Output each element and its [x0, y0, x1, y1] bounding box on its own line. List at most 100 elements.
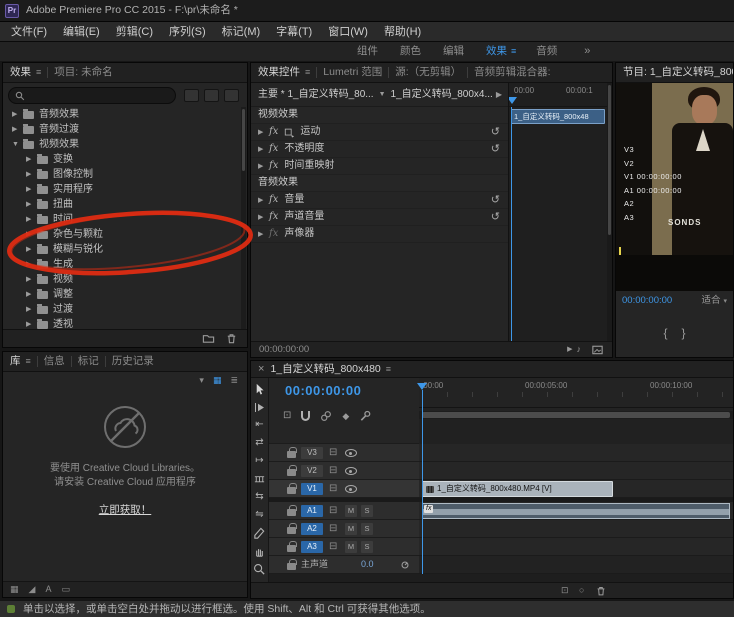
panel-menu-icon[interactable]: ≡ [305, 68, 310, 77]
tab-effects[interactable]: 效果 [10, 67, 31, 78]
fx-badge-icon[interactable]: fx [269, 229, 278, 239]
effects-search-box[interactable] [8, 87, 176, 104]
workspace-tab-audio[interactable]: 音频 [525, 46, 568, 57]
play-audio-icon[interactable]: ▶ ♪ [567, 345, 581, 354]
twirl-icon[interactable]: ▶ [26, 261, 37, 268]
linked-selection-icon[interactable] [320, 410, 332, 422]
effect-controls-scrollbar[interactable] [607, 83, 612, 341]
tab-lumetri-scopes[interactable]: Lumetri 范围 [323, 67, 382, 78]
track-lane-v3[interactable] [419, 444, 733, 462]
reset-effect-icon[interactable]: ↺ [491, 194, 500, 206]
sync-lock-icon[interactable]: ⊟ [329, 447, 337, 459]
track-target-button[interactable]: V2 [301, 465, 323, 477]
tree-item-distort[interactable]: ▶ 扭曲 [3, 197, 241, 212]
selection-tool[interactable] [251, 380, 268, 398]
zoom-level-select[interactable]: 适合 ▾ [701, 296, 727, 306]
letter-a-icon[interactable]: A [45, 585, 51, 594]
tree-item-time[interactable]: ▶ 时间 [3, 212, 241, 227]
effect-row-panner[interactable]: ▶ fx 声像器 [251, 226, 508, 243]
tree-item-generate[interactable]: ▶ 生成 [3, 257, 241, 272]
list-view-icon[interactable]: ≣ [230, 375, 238, 385]
tree-item-video[interactable]: ▶ 视频 [3, 272, 241, 287]
work-area-bar[interactable] [419, 411, 733, 419]
tab-source-monitor[interactable]: 源:（无剪辑） [395, 67, 461, 78]
menu-sequence[interactable]: 序列(S) [161, 22, 214, 42]
export-frame-icon[interactable] [591, 343, 604, 356]
snap-magnet-icon[interactable] [301, 411, 311, 421]
effect-row-opacity[interactable]: ▶ fx 不透明度 ↺ [251, 141, 508, 158]
effects-scrollbar[interactable] [241, 107, 246, 329]
track-target-button[interactable]: V1 [301, 483, 323, 495]
zoom-tool[interactable] [251, 560, 268, 578]
panel-menu-icon[interactable]: ≡ [36, 68, 41, 77]
twirl-icon[interactable]: ▶ [26, 291, 37, 298]
effect-controls-timecode[interactable]: 00:00:00:00 [259, 345, 309, 355]
solo-track-button[interactable]: S [361, 505, 373, 517]
twirl-icon[interactable]: ▶ [258, 197, 269, 204]
tab-markers[interactable]: 标记 [78, 356, 99, 367]
effect-row-time-remapping[interactable]: ▶ fx 时间重映射 [251, 158, 508, 175]
audio-clip[interactable]: fx [422, 503, 730, 519]
twirl-icon[interactable]: ▶ [258, 231, 269, 238]
effect-row-motion[interactable]: ▶ fx 运动 ↺ [251, 124, 508, 141]
track-lane-master[interactable] [419, 556, 733, 574]
twirl-icon[interactable]: ▶ [26, 171, 37, 178]
mark-out-icon[interactable]: } [682, 327, 686, 339]
master-gain-value[interactable]: 0.0 [361, 560, 374, 569]
tree-item-audio-effects[interactable]: ▶ 音频效果 [3, 107, 241, 122]
playhead-line[interactable] [511, 107, 512, 341]
solo-track-button[interactable]: S [361, 523, 373, 535]
work-area-segment[interactable] [422, 412, 730, 418]
solo-track-button[interactable]: S [361, 541, 373, 553]
wedge-icon[interactable]: ◢ [29, 585, 36, 594]
fx-badge-icon[interactable]: fx [269, 144, 278, 154]
accelerated-effects-filter-icon[interactable] [184, 89, 199, 102]
tree-item-perspective[interactable]: ▶ 透视 [3, 317, 241, 329]
twirl-icon[interactable]: ▶ [258, 214, 269, 221]
fx-badge-icon[interactable]: fx [269, 195, 278, 205]
twirl-icon[interactable]: ▶ [12, 111, 23, 118]
tab-project[interactable]: 项目: 未命名 [54, 67, 112, 78]
search-input[interactable] [29, 90, 169, 101]
effect-row-channel-volume[interactable]: ▶ fx 声道音量 ↺ [251, 209, 508, 226]
tab-effect-controls[interactable]: 效果控件 [258, 67, 300, 78]
workspace-tab-color[interactable]: 颜色 [389, 46, 432, 57]
timeline-ruler[interactable]: :00:00 00:00:05:00 00:00:10:00 [419, 378, 733, 408]
tree-item-adjust[interactable]: ▶ 调整 [3, 287, 241, 302]
video-clip[interactable]: 1_自定义转码_800x480.MP4 [V] [422, 481, 613, 497]
fx-badge-icon[interactable]: fx [269, 161, 278, 171]
workspace-overflow-icon[interactable]: » [584, 46, 590, 57]
sync-lock-icon[interactable]: ⊟ [329, 523, 337, 535]
slide-tool[interactable]: ⇋ [251, 506, 268, 524]
twirl-icon[interactable]: ▶ [258, 129, 269, 136]
square-dot-icon[interactable]: ⊡ [561, 586, 569, 595]
grid-view-icon[interactable]: ▦ [213, 375, 222, 385]
tab-program-monitor[interactable]: 节目: 1_自定义转码_800... [623, 67, 733, 78]
sync-lock-icon[interactable]: ⊟ [329, 465, 337, 477]
nest-insert-icon[interactable]: ⊡ [283, 411, 291, 421]
trash-icon[interactable] [595, 585, 607, 597]
menu-file[interactable]: 文件(F) [3, 22, 55, 42]
timeline-timecode[interactable]: 00:00:00:00 [285, 384, 361, 397]
scrollbar-thumb[interactable] [608, 85, 611, 235]
razor-tool[interactable] [251, 470, 268, 488]
mute-track-button[interactable]: M [345, 505, 357, 517]
playhead-marker-icon[interactable] [509, 97, 517, 109]
sync-lock-icon[interactable]: ⊟ [329, 505, 337, 517]
playhead-line[interactable] [422, 390, 423, 574]
tree-item-transform[interactable]: ▶ 变换 [3, 152, 241, 167]
lock-icon[interactable] [287, 505, 297, 516]
grid-icon[interactable]: ▦ [10, 585, 19, 594]
workspace-tab-assembly[interactable]: 组件 [346, 46, 389, 57]
twirl-icon[interactable]: ▶ [258, 146, 269, 153]
twirl-icon[interactable]: ▶ [258, 163, 269, 170]
twirl-icon[interactable]: ▶ [26, 246, 37, 253]
tree-item-transition[interactable]: ▶ 过渡 [3, 302, 241, 317]
workspace-menu-icon[interactable]: ≡ [511, 47, 525, 56]
menu-title[interactable]: 字幕(T) [268, 22, 320, 42]
scrollbar-thumb[interactable] [242, 109, 245, 171]
circle-icon[interactable]: ○ [579, 586, 584, 595]
playhead-marker-icon[interactable] [417, 383, 427, 395]
fx-badge-icon[interactable]: fx [269, 127, 278, 137]
slip-tool[interactable]: ⇆ [251, 488, 268, 506]
